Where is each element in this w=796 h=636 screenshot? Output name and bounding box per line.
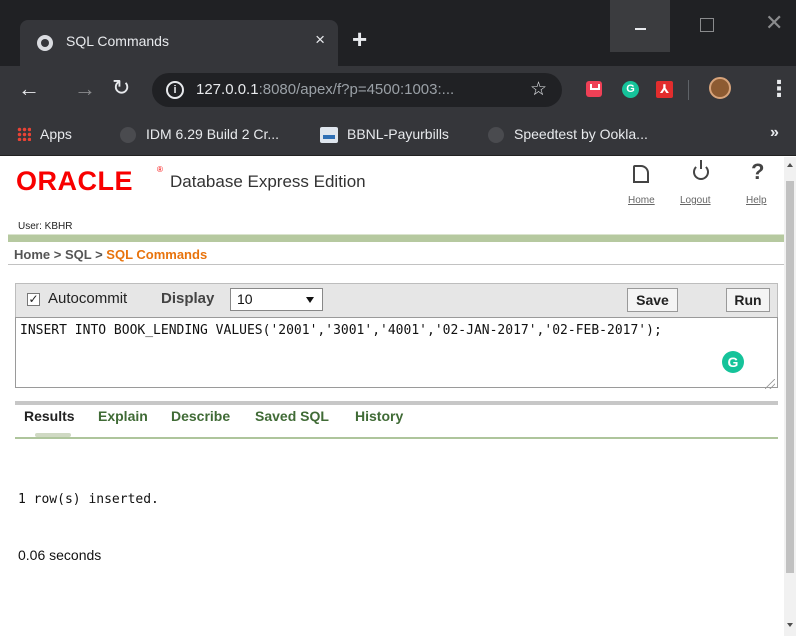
tab-describe[interactable]: Describe: [171, 408, 230, 424]
bookmark-star-icon[interactable]: ☆: [530, 78, 547, 101]
close-tab-icon[interactable]: ×: [315, 30, 325, 50]
display-label: Display: [161, 290, 215, 307]
breadcrumb-current: SQL Commands: [106, 247, 208, 262]
page-viewport: ORACLE ® Database Express Edition Home L…: [0, 157, 784, 636]
profile-avatar[interactable]: [709, 77, 731, 99]
header-divider-bar: [8, 234, 784, 242]
home-link[interactable]: Home: [628, 195, 655, 206]
bookmark-bbnl[interactable]: BBNL-Payurbills: [347, 126, 449, 142]
bookmarks-bar: Apps IDM 6.29 Build 2 Cr... BBNL-Payurbi…: [0, 114, 796, 156]
scrollbar-thumb[interactable]: [786, 181, 794, 573]
help-icon[interactable]: ?: [751, 159, 764, 185]
logout-link[interactable]: Logout: [680, 195, 711, 206]
trademark-mark: ®: [157, 165, 163, 174]
bookmark-speedtest[interactable]: Speedtest by Ookla...: [514, 126, 648, 142]
browser-tab[interactable]: SQL Commands ×: [20, 20, 338, 66]
breadcrumb-sql[interactable]: SQL: [65, 247, 92, 262]
display-rows-value: 10: [237, 291, 253, 307]
home-icon[interactable]: [633, 165, 649, 183]
grammarly-icon[interactable]: G: [722, 351, 744, 373]
bookmark-idm[interactable]: IDM 6.29 Build 2 Cr...: [146, 126, 279, 142]
window-close-button[interactable]: ✕: [765, 10, 783, 36]
browser-menu-icon[interactable]: ⋮: [768, 76, 790, 102]
tab-results[interactable]: Results: [24, 408, 75, 424]
bbnl-bookmark-icon: [320, 127, 338, 143]
sql-editor[interactable]: INSERT INTO BOOK_LENDING VALUES('2001','…: [15, 317, 778, 388]
url-host: 127.0.0.1: [196, 81, 259, 98]
grammarly-extension-icon[interactable]: G: [622, 81, 639, 98]
results-tabs-underline: [15, 437, 778, 439]
scroll-up-icon[interactable]: [787, 163, 793, 167]
sql-command-panel: ✓ Autocommit Display 10 Save Run INSERT …: [15, 283, 778, 388]
user-label: User: KBHR: [18, 221, 73, 232]
breadcrumb-separator: >: [50, 247, 65, 262]
apps-grid-icon: [17, 127, 31, 141]
page-scrollbar[interactable]: [784, 157, 796, 636]
bookmarks-overflow-icon[interactable]: »: [770, 124, 779, 142]
idm-bookmark-icon: [120, 127, 136, 143]
reload-icon[interactable]: ↻: [112, 75, 130, 101]
pocket-extension-icon[interactable]: [586, 81, 602, 97]
result-message: 1 row(s) inserted.: [18, 492, 159, 507]
tab-title: SQL Commands: [66, 33, 169, 49]
acrobat-extension-icon[interactable]: ⅄: [656, 81, 673, 98]
run-button[interactable]: Run: [726, 288, 770, 312]
breadcrumb-home[interactable]: Home: [14, 247, 50, 262]
results-divider: [15, 401, 778, 405]
address-bar[interactable]: i 127.0.0.1:8080/apex/f?p=4500:1003:... …: [152, 73, 562, 107]
new-tab-button[interactable]: +: [352, 26, 367, 52]
forward-arrow-icon[interactable]: →: [74, 76, 96, 102]
display-rows-select[interactable]: 10: [230, 288, 323, 311]
product-name: Database Express Edition: [170, 172, 366, 191]
speedtest-bookmark-icon: [488, 127, 504, 143]
globe-icon: [37, 35, 53, 51]
back-arrow-icon[interactable]: ←: [18, 76, 40, 102]
autocommit-label: Autocommit: [48, 290, 128, 307]
command-toolbar: ✓ Autocommit Display 10 Save Run: [15, 283, 778, 317]
minimize-button[interactable]: [610, 0, 670, 52]
help-link[interactable]: Help: [746, 195, 767, 206]
toolbar-divider: [688, 80, 689, 100]
save-button[interactable]: Save: [627, 288, 678, 312]
tab-history[interactable]: History: [355, 408, 403, 424]
browser-titlebar: SQL Commands × + ✕: [0, 0, 796, 66]
maximize-button[interactable]: [700, 18, 714, 32]
autocommit-checkbox[interactable]: ✓: [27, 293, 40, 306]
elapsed-time: 0.06 seconds: [18, 547, 102, 563]
bookmark-apps[interactable]: Apps: [40, 126, 72, 142]
browser-toolbar: ← → ↻ i 127.0.0.1:8080/apex/f?p=4500:100…: [0, 66, 796, 114]
url-text[interactable]: 127.0.0.1:8080/apex/f?p=4500:1003:...: [196, 81, 454, 98]
tab-saved-sql[interactable]: Saved SQL: [255, 408, 329, 424]
logout-icon[interactable]: [693, 160, 709, 180]
tab-explain[interactable]: Explain: [98, 408, 148, 424]
chevron-down-icon: [306, 297, 314, 303]
breadcrumb: Home > SQL > SQL Commands: [8, 243, 784, 265]
oracle-logo: ORACLE: [16, 166, 133, 196]
site-info-icon[interactable]: i: [166, 81, 184, 99]
resize-handle-icon[interactable]: [765, 379, 775, 389]
url-path: :8080/apex/f?p=4500:1003:...: [258, 81, 455, 98]
breadcrumb-separator: >: [91, 247, 107, 262]
scroll-down-icon[interactable]: [787, 623, 793, 627]
